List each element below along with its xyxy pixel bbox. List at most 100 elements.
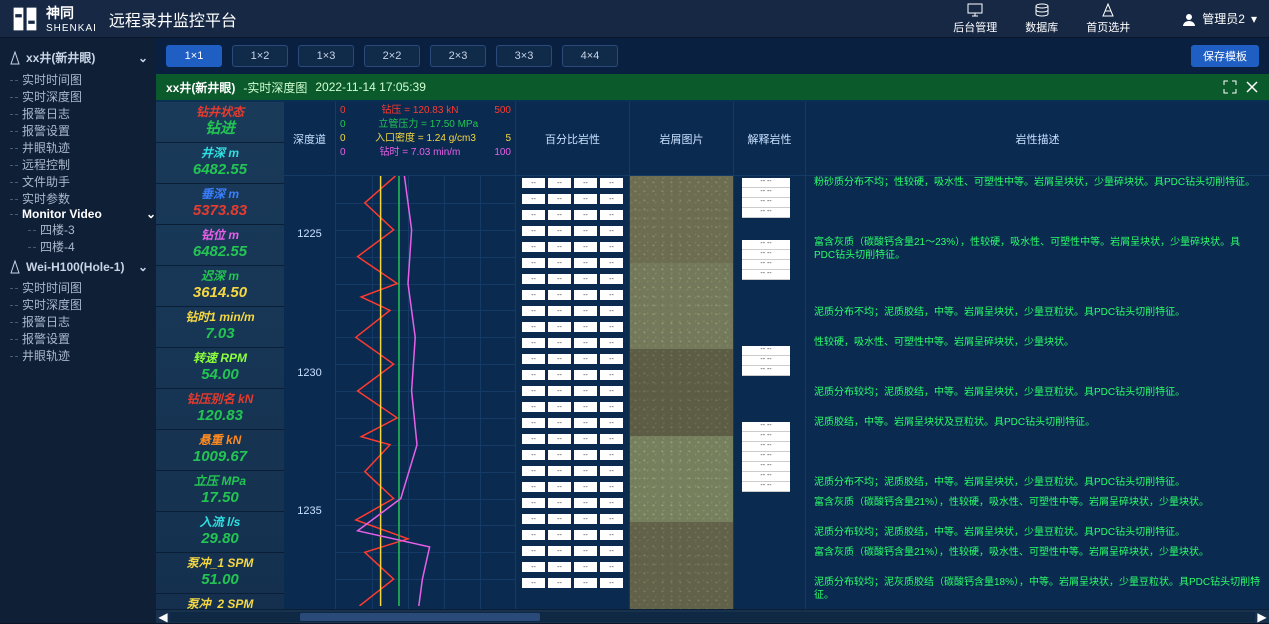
interp-box: -- ---- ---- ---- -- — [742, 422, 790, 462]
nav-alarm-settings-2[interactable]: 报警设置 — [0, 330, 156, 347]
param-label: 钻压别名 kN — [162, 391, 278, 407]
scroll-thumb[interactable] — [300, 613, 540, 621]
nav-monitor-video[interactable]: Monitor Video ⌄ — [0, 207, 156, 221]
lith-row: -------- — [522, 258, 623, 268]
layout-2x2[interactable]: 2×2 — [364, 45, 420, 67]
nav-realtime-time[interactable]: 实时时间图 — [0, 71, 156, 88]
param-value: 51.00 — [162, 571, 278, 589]
app-header: 神同 SHENKAI 远程录井监控平台 后台管理 数据库 首页选井 管理员2 ▾ — [0, 0, 1269, 38]
lith-description: 粉砂质分布不均；性较硬，吸水性、可塑性中等。岩屑呈块状，少量碎块状。具PDC钻头… — [814, 176, 1261, 189]
monitor-icon — [967, 3, 983, 17]
well-node-1[interactable]: xx井(新井眼) ⌄ — [0, 44, 156, 71]
nav-alarm-settings[interactable]: 报警设置 — [0, 122, 156, 139]
main-area: 1×1 1×2 1×3 2×2 2×3 3×3 4×4 保存模板 xx井(新井眼… — [156, 38, 1269, 623]
layout-1x1[interactable]: 1×1 — [166, 45, 222, 67]
lith-row: -------- — [522, 290, 623, 300]
horizontal-scrollbar[interactable]: ◀ ▶ — [156, 609, 1269, 623]
nav-select-well[interactable]: 首页选井 — [1086, 3, 1130, 35]
video-item-1[interactable]: 四楼-3 — [0, 221, 156, 238]
lith-row: -------- — [522, 338, 623, 348]
description-column: 岩性描述 粉砂质分布不均；性较硬，吸水性、可塑性中等。岩屑呈块状，少量碎块状。具… — [806, 102, 1269, 609]
nav-remote-control[interactable]: 远程控制 — [0, 156, 156, 173]
param-value: 54.00 — [162, 366, 278, 384]
brand: 神同 SHENKAI — [12, 3, 97, 34]
save-template-button[interactable]: 保存模板 — [1191, 45, 1259, 67]
lith-row: -------- — [522, 210, 623, 220]
param-card[interactable]: 钻井状态 钻进 — [156, 102, 284, 143]
param-card[interactable]: 转速 RPM 54.00 — [156, 348, 284, 389]
legend-row: 0入口密度 = 1.24 g/cm35 — [340, 132, 511, 146]
lith-row: -------- — [522, 354, 623, 364]
interp-lithology-column: 解释岩性 -- ---- ---- ---- ---- ---- ---- --… — [734, 102, 806, 609]
lith-row: -------- — [522, 370, 623, 380]
interp-box: -- ---- ---- ---- -- — [742, 240, 790, 280]
user-menu[interactable]: 管理员2 ▾ — [1182, 10, 1257, 27]
param-label: 泵冲_2 SPM — [162, 596, 278, 609]
param-column: 钻井状态 钻进井深 m 6482.55垂深 m 5373.83钻位 m 6482… — [156, 102, 284, 609]
header-nav: 后台管理 数据库 首页选井 管理员2 ▾ — [953, 3, 1257, 35]
nav-admin[interactable]: 后台管理 — [953, 3, 997, 35]
param-card[interactable]: 悬重 kN 1009.67 — [156, 430, 284, 471]
param-label: 井深 m — [162, 145, 278, 161]
lith-description: 泥质分布较均；泥质胶结，中等。岩屑呈块状，少量豆粒状。具PDC钻头切削特征。 — [814, 386, 1261, 399]
scroll-left-icon[interactable]: ◀ — [156, 610, 170, 624]
user-icon — [1182, 12, 1196, 26]
rock-photo-column: 岩屑图片 — [630, 102, 734, 609]
param-card[interactable]: 入流 l/s 29.80 — [156, 512, 284, 553]
nav-alarm-log[interactable]: 报警日志 — [0, 105, 156, 122]
rock-sample-image — [630, 436, 733, 523]
param-label: 钻位 m — [162, 227, 278, 243]
scroll-track[interactable] — [170, 612, 1255, 622]
close-icon[interactable] — [1245, 80, 1259, 94]
layout-toolbar: 1×1 1×2 1×3 2×2 2×3 3×3 4×4 保存模板 — [156, 38, 1269, 74]
photo-head: 岩屑图片 — [630, 102, 733, 176]
nav-realtime-time-2[interactable]: 实时时间图 — [0, 279, 156, 296]
layout-1x3[interactable]: 1×3 — [298, 45, 354, 67]
nav-realtime-depth[interactable]: 实时深度图 — [0, 88, 156, 105]
legend-row: 0钻压 = 120.83 kN500 — [340, 104, 511, 118]
param-card[interactable]: 泵冲_2 SPM 40.00 — [156, 594, 284, 609]
video-item-2[interactable]: 四楼-4 — [0, 238, 156, 255]
lith-description: 泥质胶结，中等。岩屑呈块状及豆粒状。具PDC钻头切削特征。 — [814, 416, 1261, 429]
lith-row: -------- — [522, 306, 623, 316]
well-node-2[interactable]: Wei-H100(Hole-1) ⌄ — [0, 255, 156, 279]
scroll-right-icon[interactable]: ▶ — [1255, 610, 1269, 624]
nav-wellbore-traj[interactable]: 井眼轨迹 — [0, 139, 156, 156]
layout-2x3[interactable]: 2×3 — [430, 45, 486, 67]
depth-ticks: 1225 1230 1235 — [284, 176, 335, 609]
curves-plot[interactable] — [336, 176, 515, 609]
pct-lith-body: -------- -------- -------- -------- --------… — [516, 176, 629, 609]
param-card[interactable]: 钻时1 min/m 7.03 — [156, 307, 284, 348]
nav-wellbore-traj-2[interactable]: 井眼轨迹 — [0, 347, 156, 364]
param-card[interactable]: 泵冲_1 SPM 51.00 — [156, 553, 284, 594]
curves-legend: 0钻压 = 120.83 kN5000立管压力 = 17.50 MPa0入口密度… — [336, 102, 515, 176]
lith-row: -------- — [522, 322, 623, 332]
layout-3x3[interactable]: 3×3 — [496, 45, 552, 67]
layout-4x4[interactable]: 4×4 — [562, 45, 618, 67]
panel-body: 钻井状态 钻进井深 m 6482.55垂深 m 5373.83钻位 m 6482… — [156, 100, 1269, 609]
param-card[interactable]: 立压 MPa 17.50 — [156, 471, 284, 512]
panel-subtitle: -实时深度图 — [243, 79, 307, 96]
param-label: 入流 l/s — [162, 514, 278, 530]
param-value: 钻进 — [162, 120, 278, 138]
nav-database[interactable]: 数据库 — [1025, 3, 1058, 35]
panel-title: xx井(新井眼) — [166, 79, 235, 96]
layout-1x2[interactable]: 1×2 — [232, 45, 288, 67]
nav-realtime-params[interactable]: 实时参数 — [0, 190, 156, 207]
nav-file-helper[interactable]: 文件助手 — [0, 173, 156, 190]
rock-sample-image — [630, 263, 733, 350]
param-card[interactable]: 迟深 m 3614.50 — [156, 266, 284, 307]
lith-row: -------- — [522, 562, 623, 572]
lith-row: -------- — [522, 546, 623, 556]
app-title: 远程录井监控平台 — [109, 7, 237, 31]
nav-realtime-depth-2[interactable]: 实时深度图 — [0, 296, 156, 313]
param-label: 转速 RPM — [162, 350, 278, 366]
rock-sample-image — [630, 522, 733, 609]
param-card[interactable]: 井深 m 6482.55 — [156, 143, 284, 184]
param-card[interactable]: 钻压别名 kN 120.83 — [156, 389, 284, 430]
lith-row: -------- — [522, 578, 623, 588]
param-card[interactable]: 垂深 m 5373.83 — [156, 184, 284, 225]
nav-alarm-log-2[interactable]: 报警日志 — [0, 313, 156, 330]
param-card[interactable]: 钻位 m 6482.55 — [156, 225, 284, 266]
fullscreen-icon[interactable] — [1223, 80, 1237, 94]
